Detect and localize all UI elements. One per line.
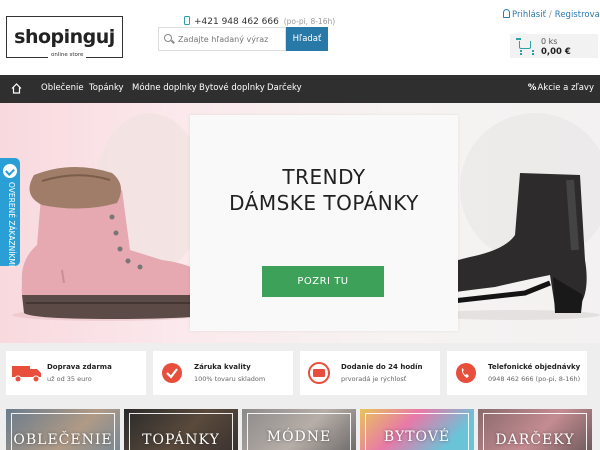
nav-item-bytove-doplnky[interactable]: Bytové doplnky [199,83,265,93]
benefit-title: Doprava zdarma [47,363,112,371]
category-tile-label: MÓDNE [266,429,332,445]
category-tile-modne[interactable]: MÓDNE [242,409,356,450]
account-links: Prihlásiť / Registrovať [503,9,600,20]
cart-widget[interactable]: 0 ks 0,00 € [510,34,598,58]
nav-item-topanky[interactable]: Topánky [89,83,124,93]
category-tile-topanky[interactable]: TOPÁNKY [124,409,238,450]
hero-cta-button[interactable]: POZRI TU [262,266,384,297]
benefit-free-shipping: Doprava zdarma už od 35 euro [6,351,146,395]
quality-check-icon [162,363,182,383]
site-header: shopinguj online store +421 948 462 666 … [0,0,600,75]
logo-text: shopinguj [14,26,115,48]
hero-title-line1: TRENDY [282,165,366,189]
search-button[interactable]: Hľadať [286,27,328,51]
benefit-quality: Záruka kvality 100% tovaru skladom [153,351,293,395]
hero-banner[interactable]: TRENDY DÁMSKE TOPÁNKY POZRI TU [0,103,600,343]
benefit-title: Telefonické objednávky [488,363,581,371]
benefit-title: Záruka kvality [194,363,251,371]
main-nav: Oblečenie Topánky Módne doplnky Bytové d… [0,75,600,103]
nav-item-modne-doplnky[interactable]: Módne doplnky [132,83,197,93]
nav-item-darceky[interactable]: Darčeky [267,83,302,93]
benefit-subtitle: 100% tovaru skladom [194,375,266,383]
mobile-phone-icon [184,16,190,25]
category-tile-oblecenie[interactable]: OBLEČENIE [6,409,120,450]
benefit-subtitle: prvoradá je rýchlosť [341,375,407,383]
category-tile-bytove[interactable]: BYTOVÉ [360,409,474,450]
register-link[interactable]: Registrovať [555,10,600,20]
hero-title-line2: DÁMSKE TOPÁNKY [229,191,419,215]
category-tile-darceky[interactable]: DARČEKY [478,409,592,450]
hero-panel: TRENDY DÁMSKE TOPÁNKY POZRI TU [190,115,458,331]
benefit-subtitle: už od 35 euro [47,375,92,383]
nav-item-akcie[interactable]: %Akcie a zľavy [528,83,594,93]
phone-hours: (po-pi, 8-16h) [283,17,336,26]
truck-icon [12,366,41,383]
benefits-bar: Doprava zdarma už od 35 euro Záruka kval… [0,343,600,403]
cart-count: 0 ks [541,37,558,46]
verified-customers-tab[interactable]: OVERENÉ ZÁKAZNÍKMI [0,158,20,268]
phone-number: +421 948 462 666 [194,17,279,27]
24h-delivery-icon [308,362,330,384]
search-icon [164,34,172,42]
category-tile-label: DARČEKY [495,432,575,448]
percent-icon: % [527,83,537,93]
user-icon [503,9,510,18]
nav-item-oblecenie[interactable]: Oblečenie [41,83,84,93]
promo-label: Akcie a zľavy [537,83,594,93]
benefit-title: Dodanie do 24 hodín [341,363,423,371]
category-tile-label: OBLEČENIE [13,432,113,448]
phone-icon [456,363,476,383]
category-tile-label: TOPÁNKY [142,432,220,448]
category-tile-label: BYTOVÉ [383,429,451,445]
header-phone[interactable]: +421 948 462 666 (po-pi, 8-16h) [184,16,335,27]
account-separator: / [548,10,552,20]
home-icon[interactable] [11,83,22,94]
search-input[interactable] [158,27,286,51]
verified-badge-icon [3,164,17,178]
shopping-cart-icon [516,38,534,53]
logo-subtitle: online store [48,52,87,58]
benefit-fast-delivery: Dodanie do 24 hodín prvoradá je rýchlosť [300,351,440,395]
category-tiles: OBLEČENIE TOPÁNKY MÓDNE BYTOVÉ DARČEKY [0,403,600,450]
benefit-subtitle: 0948 462 666 (po-pi, 8-16h) [488,375,581,383]
login-link[interactable]: Prihlásiť [512,10,546,20]
verified-tab-label: OVERENÉ ZÁKAZNÍKMI [7,182,16,268]
cart-total: 0,00 € [541,47,571,57]
benefit-phone-orders: Telefonické objednávky 0948 462 666 (po-… [447,351,587,395]
